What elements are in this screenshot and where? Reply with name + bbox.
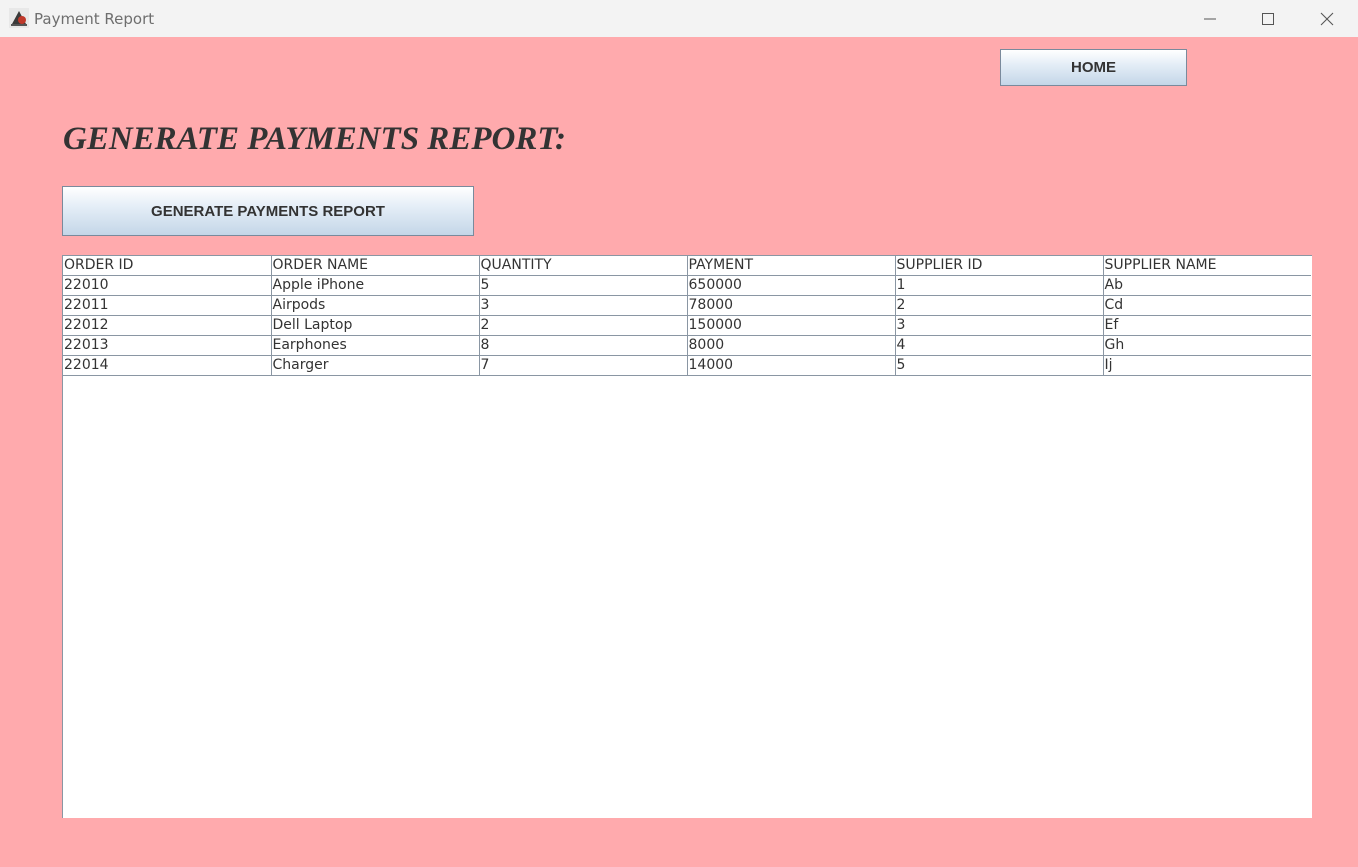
table-cell[interactable]: Cd	[1103, 295, 1311, 316]
minimize-icon	[1204, 18, 1216, 19]
maximize-button[interactable]	[1239, 0, 1297, 37]
table-cell[interactable]: Ij	[1103, 355, 1311, 376]
table-cell[interactable]: Apple iPhone	[271, 275, 480, 296]
column-header-order-name[interactable]: ORDER NAME	[271, 256, 480, 276]
table-cell[interactable]: 78000	[687, 295, 896, 316]
table-cell[interactable]: 22013	[63, 335, 272, 356]
content-pane: HOME GENERATE PAYMENTS REPORT: GENERATE …	[0, 37, 1358, 867]
table-cell[interactable]: 22011	[63, 295, 272, 316]
column-header-supplier-id[interactable]: SUPPLIER ID	[895, 256, 1104, 276]
table-cell[interactable]: Charger	[271, 355, 480, 376]
table-cell[interactable]: 150000	[687, 315, 896, 336]
table-cell[interactable]: Ef	[1103, 315, 1311, 336]
table-cell[interactable]: 650000	[687, 275, 896, 296]
table-cell[interactable]: 3	[895, 315, 1104, 336]
table-cell[interactable]: 22010	[63, 275, 272, 296]
payment-report-window: Payment Report HOME GENERATE PAYMENTS RE…	[0, 0, 1358, 867]
table-cell[interactable]: 14000	[687, 355, 896, 376]
table-row[interactable]: 22013 Earphones 8 8000 4 Gh	[63, 335, 1311, 356]
column-header-payment[interactable]: PAYMENT	[687, 256, 896, 276]
table-cell[interactable]: 5	[895, 355, 1104, 376]
table-cell[interactable]: 5	[479, 275, 688, 296]
table-cell[interactable]: 4	[895, 335, 1104, 356]
page-title: GENERATE PAYMENTS REPORT:	[63, 121, 567, 157]
column-header-supplier-name[interactable]: SUPPLIER NAME	[1103, 256, 1311, 276]
table-row[interactable]: 22010 Apple iPhone 5 650000 1 Ab	[63, 275, 1311, 296]
payments-table[interactable]: ORDER ID ORDER NAME QUANTITY PAYMENT SUP…	[63, 256, 1311, 376]
table-cell[interactable]: 2	[479, 315, 688, 336]
column-header-quantity[interactable]: QUANTITY	[479, 256, 688, 276]
close-button[interactable]	[1298, 0, 1356, 37]
maximize-icon	[1262, 12, 1274, 25]
table-cell[interactable]: 7	[479, 355, 688, 376]
minimize-button[interactable]	[1181, 0, 1239, 37]
table-row[interactable]: 22011 Airpods 3 78000 2 Cd	[63, 295, 1311, 316]
table-cell[interactable]: Airpods	[271, 295, 480, 316]
table-header-row: ORDER ID ORDER NAME QUANTITY PAYMENT SUP…	[63, 256, 1311, 276]
table-cell[interactable]: 2	[895, 295, 1104, 316]
table-cell[interactable]: 1	[895, 275, 1104, 296]
payments-table-scrollpane[interactable]: ORDER ID ORDER NAME QUANTITY PAYMENT SUP…	[62, 255, 1312, 818]
column-header-order-id[interactable]: ORDER ID	[63, 256, 272, 276]
generate-payments-report-button[interactable]: GENERATE PAYMENTS REPORT	[62, 186, 474, 236]
table-cell[interactable]: Gh	[1103, 335, 1311, 356]
close-icon	[1320, 12, 1334, 25]
table-cell[interactable]: 22012	[63, 315, 272, 336]
table-row[interactable]: 22012 Dell Laptop 2 150000 3 Ef	[63, 315, 1311, 336]
home-button[interactable]: HOME	[1000, 49, 1187, 86]
table-cell[interactable]: 3	[479, 295, 688, 316]
table-cell[interactable]: 8000	[687, 335, 896, 356]
title-bar[interactable]: Payment Report	[0, 0, 1358, 37]
table-cell[interactable]: Ab	[1103, 275, 1311, 296]
window-title: Payment Report	[34, 10, 155, 28]
table-cell[interactable]: 22014	[63, 355, 272, 376]
table-cell[interactable]: 8	[479, 335, 688, 356]
java-app-icon	[9, 8, 29, 28]
table-cell[interactable]: Dell Laptop	[271, 315, 480, 336]
table-row[interactable]: 22014 Charger 7 14000 5 Ij	[63, 355, 1311, 376]
table-cell[interactable]: Earphones	[271, 335, 480, 356]
